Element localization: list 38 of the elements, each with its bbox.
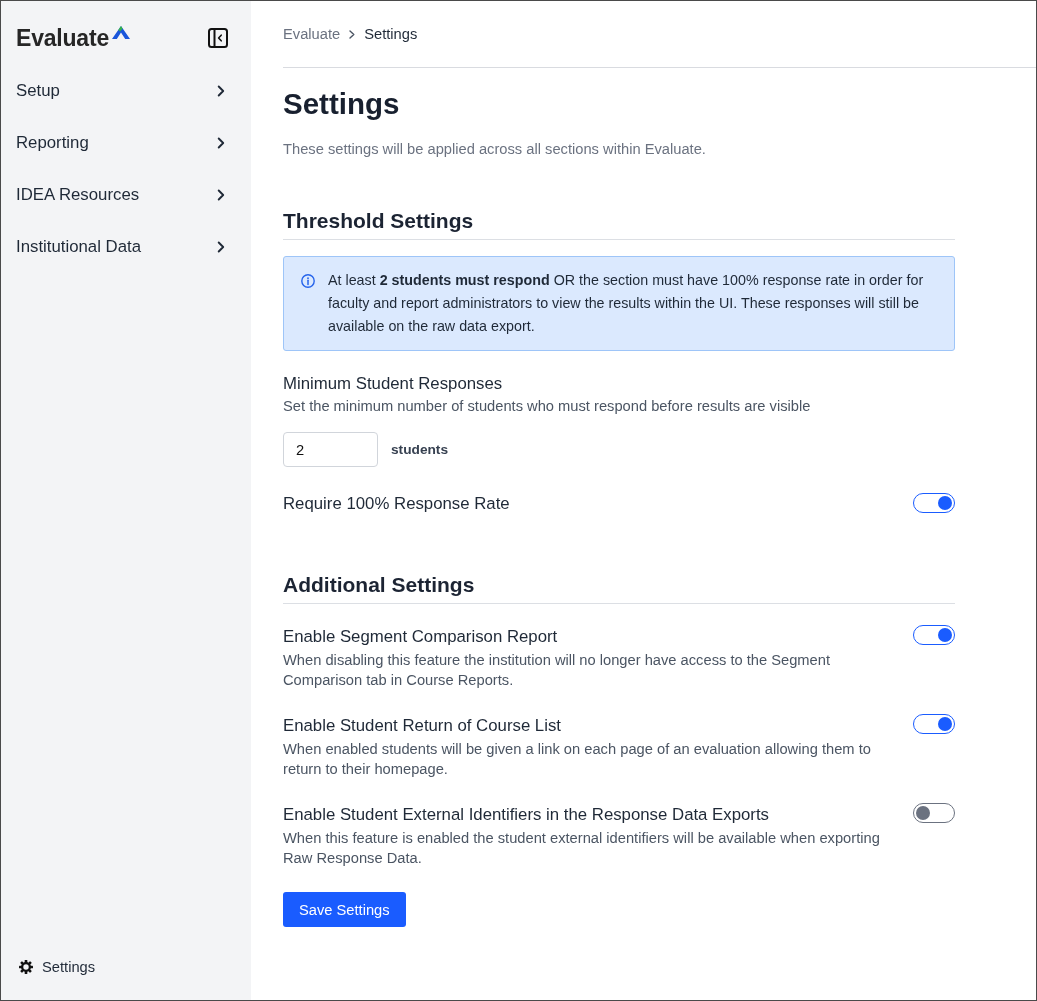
save-settings-button[interactable]: Save Settings bbox=[283, 892, 406, 927]
setting-label: Enable Segment Comparison Report bbox=[283, 626, 559, 648]
nav-item[interactable]: Setup bbox=[1, 65, 251, 117]
chevron-right-icon bbox=[217, 189, 225, 201]
logo-mark-icon bbox=[112, 26, 130, 39]
info-icon bbox=[301, 273, 315, 288]
settings-link[interactable]: Settings bbox=[19, 958, 96, 976]
number-input[interactable]: 2 bbox=[283, 432, 378, 467]
gear-icon bbox=[19, 960, 33, 974]
setting-description: When this feature is enabled the student external identifiers will be available when exporting Raw Response Data. bbox=[283, 829, 881, 868]
page-description: These settings will be applied across all sections within Evaluate. bbox=[283, 140, 707, 159]
section-heading: Additional Settings bbox=[283, 571, 955, 604]
setting-label: Enable Student External Identifiers in the Response Data Exports bbox=[283, 804, 770, 826]
setting-description: When disabling this feature the institution will no longer have access to the Segment Comparison tab in Course Reports. bbox=[283, 651, 832, 690]
chevron-right-icon bbox=[217, 241, 225, 253]
toggle-switch[interactable] bbox=[913, 493, 955, 513]
toggle-switch[interactable] bbox=[913, 803, 955, 823]
field-label: Minimum Student Responses bbox=[283, 373, 504, 395]
toggle-switch[interactable] bbox=[913, 625, 955, 645]
chevron-right-icon bbox=[217, 85, 225, 97]
breadcrumb-link[interactable]: Evaluate bbox=[283, 26, 341, 42]
chevron-right-icon bbox=[349, 29, 356, 39]
nav-item[interactable]: Institutional Data bbox=[1, 221, 251, 273]
section-heading: Threshold Settings bbox=[283, 207, 955, 240]
sidebar-collapse-icon[interactable] bbox=[208, 28, 228, 48]
setting-label: Require 100% Response Rate bbox=[283, 492, 511, 515]
field-description: Set the minimum number of students who must respond before results are visible bbox=[283, 397, 812, 416]
logo-text: Evaluate bbox=[16, 25, 109, 51]
unit-label: students bbox=[391, 442, 449, 457]
toggle-switch[interactable] bbox=[913, 714, 955, 734]
nav-item[interactable]: IDEA Resources bbox=[1, 169, 251, 221]
page-title: Settings bbox=[283, 86, 401, 122]
notice-text: At least 2 students must respond OR the section must have 100% response rate in order for faculty and report administrators to view the results within the UI. These responses will still be available on the raw data export. bbox=[328, 271, 925, 336]
breadcrumb-current: Settings bbox=[364, 26, 418, 42]
chevron-right-icon bbox=[217, 137, 225, 149]
setting-label: Enable Student Return of Course List bbox=[283, 715, 562, 737]
setting-description: When enabled students will be given a link on each page of an evaluation allowing them to return to their homepage. bbox=[283, 740, 872, 779]
nav-item[interactable]: Reporting bbox=[1, 117, 251, 169]
